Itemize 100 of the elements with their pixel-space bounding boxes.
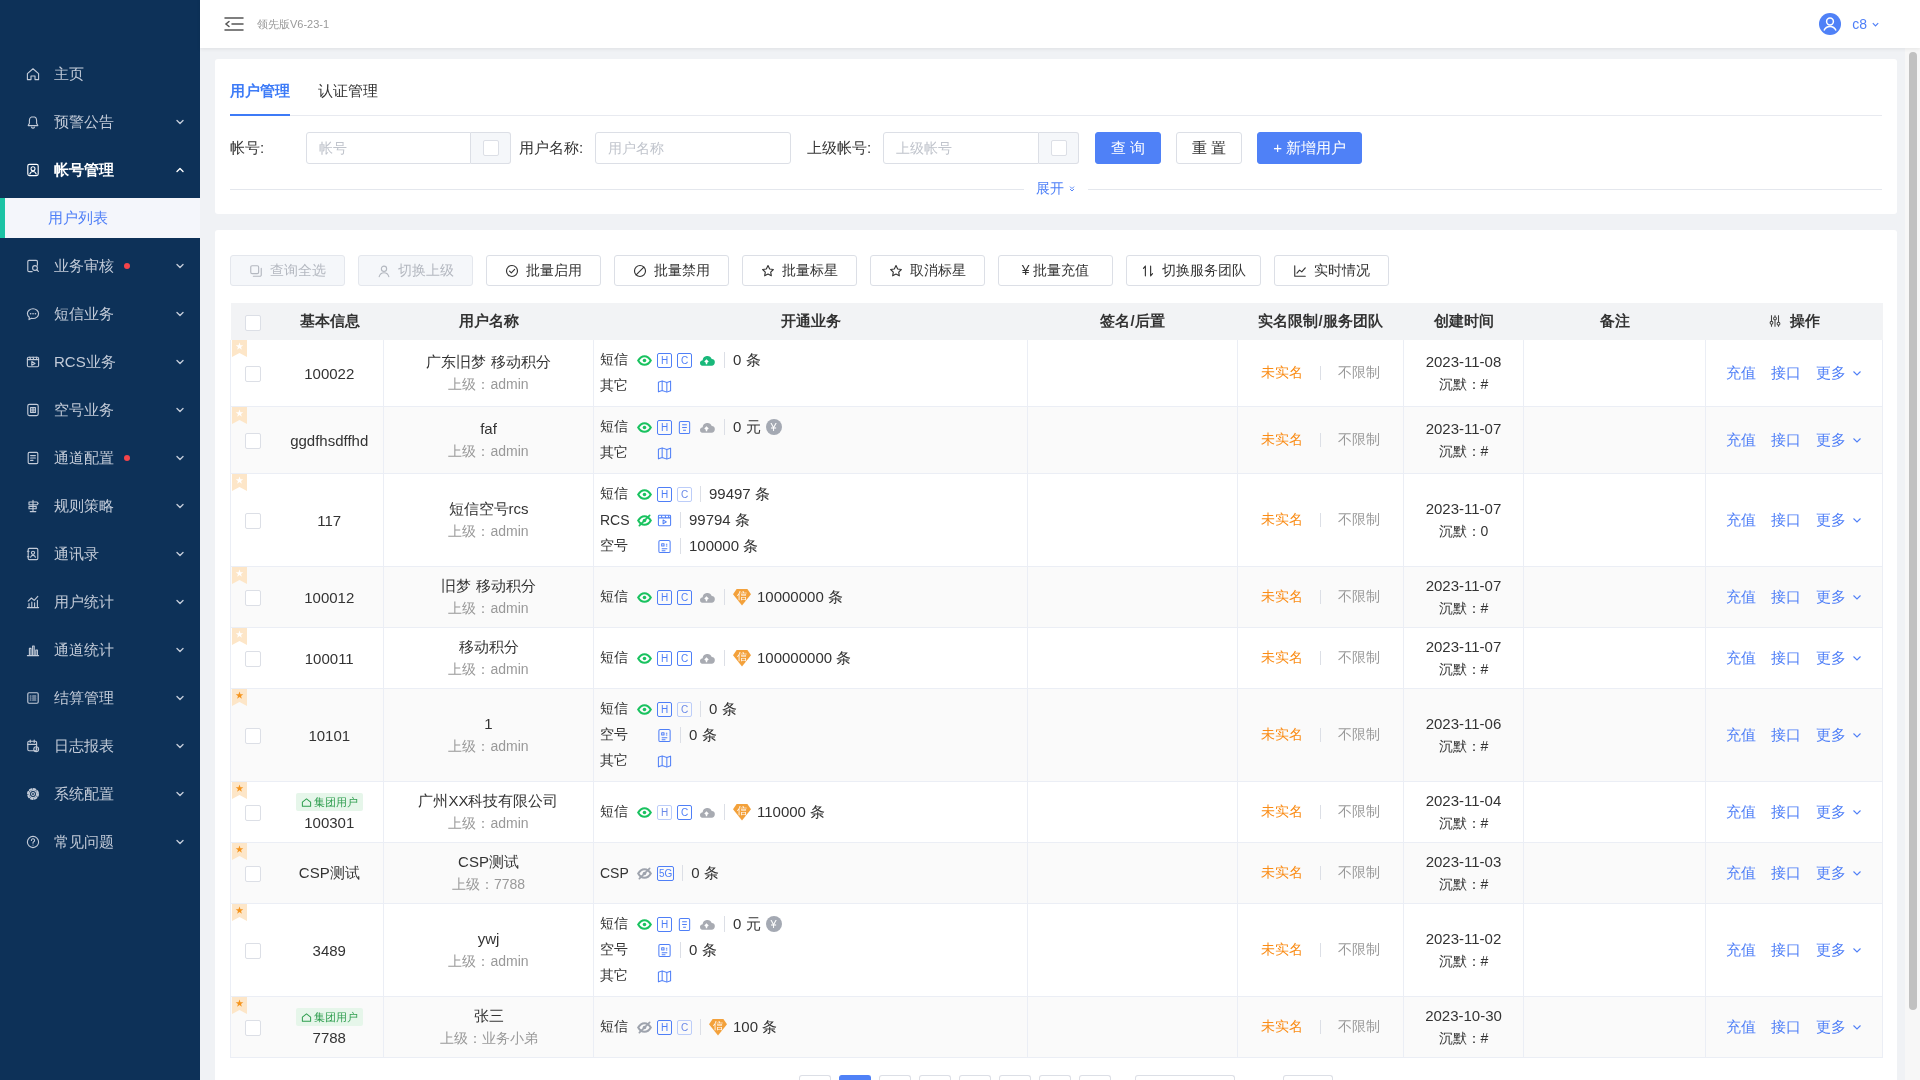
row-checkbox[interactable] bbox=[245, 513, 262, 529]
action-link[interactable]: 充值 bbox=[1726, 1017, 1756, 1037]
action-link[interactable]: 更多 bbox=[1816, 940, 1862, 960]
eye-off-icon[interactable] bbox=[637, 865, 652, 881]
sidebar-item[interactable]: 空号业务 bbox=[0, 386, 200, 434]
row-checkbox[interactable] bbox=[245, 728, 262, 744]
sidebar-item[interactable]: 常见问题 bbox=[0, 818, 200, 866]
action-link[interactable]: 接口 bbox=[1771, 1017, 1801, 1037]
filter-button[interactable]: 重 置 bbox=[1176, 132, 1243, 164]
bookmark-star-icon[interactable] bbox=[232, 904, 247, 921]
select-all-checkbox[interactable] bbox=[245, 314, 261, 331]
action-link[interactable]: 充值 bbox=[1726, 430, 1756, 450]
bookmark-star-icon[interactable] bbox=[232, 340, 247, 357]
bookmark-star-icon[interactable] bbox=[232, 782, 247, 799]
action-link[interactable]: 接口 bbox=[1771, 725, 1801, 745]
row-checkbox[interactable] bbox=[245, 805, 262, 821]
toolbar-button[interactable]: ¥ 批量充值 bbox=[998, 255, 1113, 286]
filter-button[interactable]: 查 询 bbox=[1095, 132, 1162, 164]
action-link[interactable]: 更多 bbox=[1816, 863, 1862, 883]
checkbox[interactable] bbox=[482, 140, 499, 156]
page-jump-field[interactable] bbox=[1283, 1075, 1333, 1080]
text-field[interactable]: 用户名称 bbox=[595, 132, 791, 164]
bookmark-star-icon[interactable] bbox=[232, 689, 247, 706]
page-size-select[interactable] bbox=[1135, 1075, 1235, 1080]
eye-icon[interactable] bbox=[637, 701, 652, 717]
action-link[interactable]: 接口 bbox=[1771, 510, 1801, 530]
scrollbar-thumb[interactable] bbox=[1908, 52, 1917, 1010]
sidebar-item[interactable]: 通讯录 bbox=[0, 530, 200, 578]
sidebar-item[interactable]: 帐号管理 bbox=[0, 146, 200, 194]
eye-icon[interactable] bbox=[637, 804, 652, 820]
toolbar-button[interactable]: 批量标星 bbox=[742, 255, 857, 286]
sidebar-item[interactable]: 结算管理 bbox=[0, 674, 200, 722]
row-checkbox[interactable] bbox=[245, 433, 262, 449]
toolbar-button[interactable]: 取消标星 bbox=[870, 255, 985, 286]
bookmark-star-icon[interactable] bbox=[232, 628, 247, 645]
row-checkbox[interactable] bbox=[245, 943, 262, 959]
action-link[interactable]: 充值 bbox=[1726, 863, 1756, 883]
action-link[interactable]: 充值 bbox=[1726, 648, 1756, 668]
action-link[interactable]: 更多 bbox=[1816, 430, 1862, 450]
action-link[interactable]: 接口 bbox=[1771, 940, 1801, 960]
action-link[interactable]: 接口 bbox=[1771, 648, 1801, 668]
sidebar-item[interactable]: 通道配置 bbox=[0, 434, 200, 482]
bookmark-star-icon[interactable] bbox=[232, 843, 247, 860]
avatar-icon[interactable] bbox=[1819, 13, 1842, 35]
eye-icon[interactable] bbox=[637, 650, 652, 666]
action-link[interactable]: 接口 bbox=[1771, 430, 1801, 450]
checkbox[interactable] bbox=[1050, 140, 1067, 156]
action-link[interactable]: 接口 bbox=[1771, 363, 1801, 383]
sidebar-item[interactable]: 规则策略 bbox=[0, 482, 200, 530]
sidebar-item[interactable]: 日志报表 bbox=[0, 722, 200, 770]
action-link[interactable]: 接口 bbox=[1771, 802, 1801, 822]
action-link[interactable]: 更多 bbox=[1816, 1017, 1862, 1037]
toolbar-button[interactable]: 切换服务团队 bbox=[1126, 255, 1261, 286]
eye-icon[interactable] bbox=[637, 419, 652, 435]
bookmark-star-icon[interactable] bbox=[232, 997, 247, 1014]
sidebar-item[interactable]: 系统配置 bbox=[0, 770, 200, 818]
bookmark-star-icon[interactable] bbox=[232, 407, 247, 424]
toolbar-button[interactable]: 实时情况 bbox=[1274, 255, 1389, 286]
row-checkbox[interactable] bbox=[245, 866, 262, 882]
row-checkbox[interactable] bbox=[245, 590, 262, 606]
sidebar-item[interactable]: RCS业务 bbox=[0, 338, 200, 386]
sidebar-item[interactable]: 用户统计 bbox=[0, 578, 200, 626]
tab[interactable]: 认证管理 bbox=[318, 77, 378, 116]
action-link[interactable]: 更多 bbox=[1816, 802, 1862, 822]
tab[interactable]: 用户管理 bbox=[230, 77, 290, 116]
eye-icon[interactable] bbox=[637, 916, 652, 932]
sidebar-item[interactable]: 主页 bbox=[0, 50, 200, 98]
action-link[interactable]: 更多 bbox=[1816, 363, 1862, 383]
expand-link[interactable]: 展开 bbox=[1024, 180, 1088, 198]
action-link[interactable]: 充值 bbox=[1726, 363, 1756, 383]
action-link[interactable]: 接口 bbox=[1771, 587, 1801, 607]
action-link[interactable]: 更多 bbox=[1816, 510, 1862, 530]
action-link[interactable]: 接口 bbox=[1771, 863, 1801, 883]
action-link[interactable]: 充值 bbox=[1726, 940, 1756, 960]
sidebar-item[interactable]: 通道统计 bbox=[0, 626, 200, 674]
text-field[interactable]: 帐号 bbox=[306, 132, 471, 164]
action-link[interactable]: 更多 bbox=[1816, 725, 1862, 745]
sidebar-item[interactable]: 业务审核 bbox=[0, 242, 200, 290]
eye-icon[interactable] bbox=[637, 486, 652, 502]
eye-off-icon[interactable] bbox=[637, 512, 652, 528]
action-link[interactable]: 充值 bbox=[1726, 725, 1756, 745]
column-settings-icon[interactable] bbox=[1768, 314, 1782, 329]
user-menu[interactable]: c8 bbox=[1852, 16, 1880, 32]
toolbar-button[interactable]: 批量启用 bbox=[486, 255, 601, 286]
pagination-button[interactable] bbox=[839, 1075, 871, 1080]
row-checkbox[interactable] bbox=[245, 1020, 262, 1036]
sidebar-item[interactable]: 短信业务 bbox=[0, 290, 200, 338]
filter-button[interactable]: + 新增用户 bbox=[1257, 132, 1363, 164]
eye-icon[interactable] bbox=[637, 589, 652, 605]
bookmark-star-icon[interactable] bbox=[232, 474, 247, 491]
bookmark-star-icon[interactable] bbox=[232, 567, 247, 584]
eye-off-icon[interactable] bbox=[637, 1019, 652, 1035]
eye-icon[interactable] bbox=[637, 352, 652, 368]
action-link[interactable]: 更多 bbox=[1816, 587, 1862, 607]
action-link[interactable]: 充值 bbox=[1726, 587, 1756, 607]
menu-fold-icon[interactable] bbox=[224, 16, 244, 32]
sidebar-subitem[interactable]: 用户列表 bbox=[0, 198, 200, 238]
row-checkbox[interactable] bbox=[245, 366, 262, 382]
toolbar-button[interactable]: 批量禁用 bbox=[614, 255, 729, 286]
action-link[interactable]: 更多 bbox=[1816, 648, 1862, 668]
